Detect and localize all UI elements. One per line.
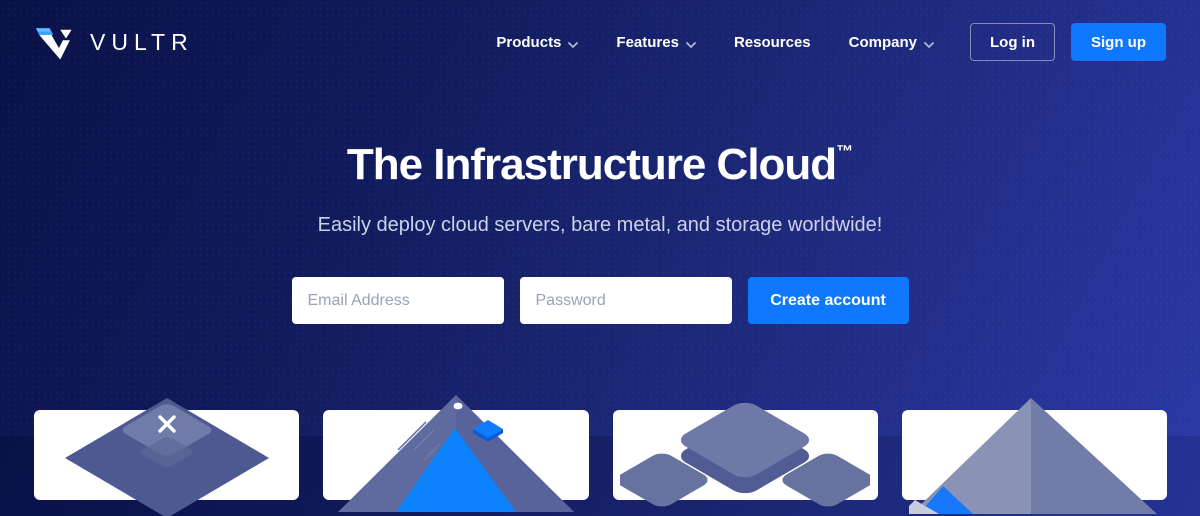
login-button[interactable]: Log in [970, 23, 1055, 61]
hero-subtitle: Easily deploy cloud servers, bare metal,… [0, 214, 1200, 237]
nav-item-label: Resources [734, 34, 811, 51]
isometric-panel-with-x-illustration [57, 396, 277, 516]
vultr-wordmark: VULTR [90, 29, 194, 56]
main-nav: Products Features Resources Company [496, 33, 934, 52]
email-field[interactable] [292, 277, 504, 324]
top-navigation-bar: VULTR Products Features Resources Compan… [0, 0, 1200, 84]
signup-button[interactable]: Sign up [1071, 23, 1166, 61]
product-card-3[interactable] [613, 410, 878, 500]
nav-item-label: Features [616, 34, 679, 51]
signup-form: Create account [0, 277, 1200, 324]
vultr-logo[interactable]: VULTR [34, 24, 194, 60]
product-card-1[interactable] [34, 410, 299, 500]
nav-item-products[interactable]: Products [496, 33, 578, 52]
isometric-cube-cluster-illustration [620, 394, 870, 514]
isometric-pyramid-with-blue-triangle-illustration [336, 392, 576, 512]
close-icon [160, 417, 174, 431]
trademark-symbol: ™ [836, 142, 853, 161]
vultr-logo-icon [34, 24, 76, 60]
hero-section: The Infrastructure Cloud™ Easily deploy … [0, 140, 1200, 324]
nav-item-label: Products [496, 34, 561, 51]
page-title-text: The Infrastructure Cloud [347, 140, 836, 189]
nav-item-label: Company [849, 34, 917, 51]
product-card-2[interactable] [323, 410, 588, 500]
chevron-down-icon [686, 35, 696, 52]
isometric-metal-pyramid-illustration [909, 394, 1159, 514]
chevron-down-icon [568, 35, 578, 52]
password-field[interactable] [520, 277, 732, 324]
product-cards-row [34, 410, 1167, 500]
auth-buttons: Log in Sign up [970, 23, 1166, 61]
page-title: The Infrastructure Cloud™ [0, 140, 1200, 190]
create-account-button[interactable]: Create account [748, 277, 909, 324]
chevron-down-icon [924, 35, 934, 52]
nav-item-resources[interactable]: Resources [734, 34, 811, 51]
product-card-4[interactable] [902, 410, 1167, 500]
nav-item-features[interactable]: Features [616, 33, 696, 52]
nav-item-company[interactable]: Company [849, 33, 934, 52]
